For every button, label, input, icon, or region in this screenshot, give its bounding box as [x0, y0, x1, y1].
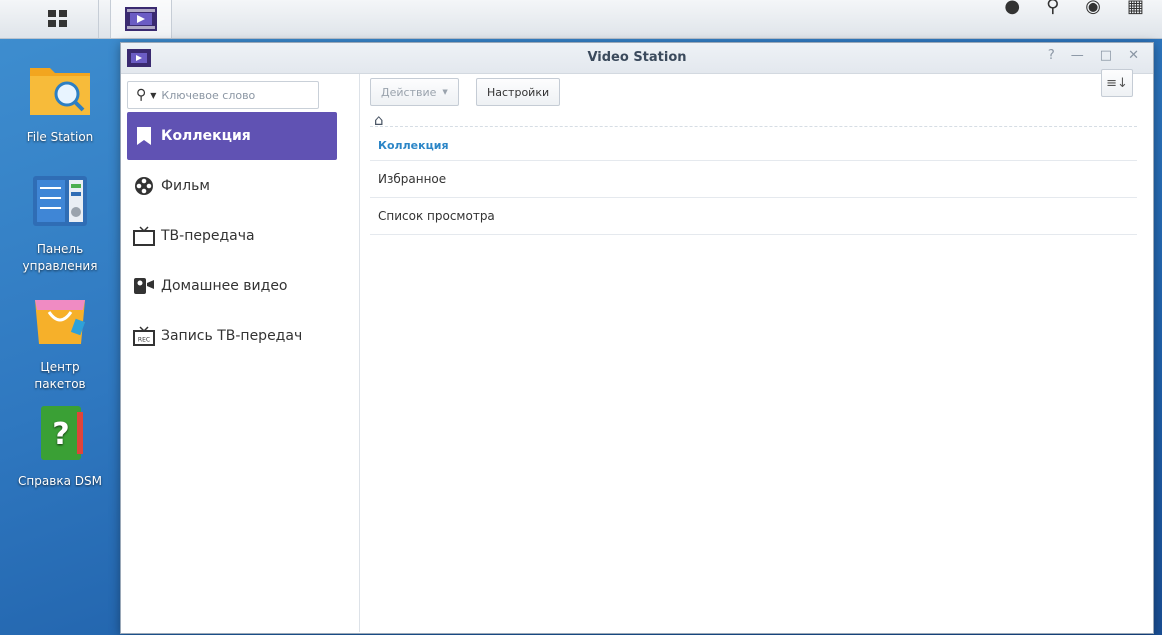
action-button[interactable]: Действие ▼ [370, 78, 459, 106]
svg-text:REC: REC [138, 337, 150, 344]
camcorder-icon [133, 276, 155, 296]
sidebar: ⚲ ▼ Ключевое слово Коллекция Фильм ТВ-пе… [121, 74, 360, 632]
taskbar-video-station[interactable] [110, 0, 172, 38]
desktop-icon-label: Центр пакетов [34, 360, 86, 391]
video-station-window: Video Station ? — □ ✕ ⚲ ▼ Ключевое слово… [120, 42, 1154, 634]
taskbar: ● ⚲ ◉ ▦ [0, 0, 1162, 39]
search-icon[interactable]: ⚲ [136, 87, 146, 103]
help-icon[interactable]: ? [1048, 48, 1055, 63]
desktop-icon-label: Панель управления [22, 242, 98, 273]
main-content: Действие ▼ Настройки ≡↓ ⌂ Коллекция Избр… [360, 69, 1153, 633]
control-panel-icon [6, 172, 114, 235]
list-item-label: Избранное [378, 172, 447, 186]
search-input[interactable]: ⚲ ▼ Ключевое слово [127, 81, 319, 109]
window-titlebar[interactable]: Video Station ? — □ ✕ [121, 43, 1153, 74]
search-dropdown-caret[interactable]: ▼ [150, 91, 156, 100]
sidebar-item-label: Фильм [161, 178, 210, 194]
desktop-icon-label: File Station [26, 130, 94, 144]
sidebar-item-film[interactable]: Фильм [127, 162, 337, 210]
main-menu-icon [48, 10, 67, 27]
list-header: Коллекция [370, 130, 1137, 161]
desktop-icon-label: Справка DSM [18, 474, 102, 488]
sort-icon: ≡↓ [1106, 75, 1128, 91]
film-reel-icon [133, 176, 155, 196]
package-center-icon [6, 290, 114, 353]
sidebar-item-label: Коллекция [161, 128, 251, 144]
maximize-icon[interactable]: □ [1100, 48, 1112, 63]
sidebar-item-collection[interactable]: Коллекция [127, 112, 337, 160]
user-icon[interactable]: ● [1004, 0, 1020, 20]
action-button-label: Действие [381, 85, 437, 99]
collection-list: Коллекция Избранное Список просмотра [370, 130, 1137, 235]
taskbar-tray: ● ⚲ ◉ ▦ [1004, 0, 1144, 20]
chevron-down-icon: ▼ [442, 88, 448, 96]
search-icon[interactable]: ⚲ [1046, 0, 1059, 20]
file-station-icon [6, 60, 114, 123]
desktop-icon-control-panel[interactable]: Панель управления [6, 172, 114, 275]
sidebar-item-tv-recording[interactable]: REC Запись ТВ-передач [127, 312, 337, 360]
video-station-icon [125, 7, 157, 31]
tv-icon [133, 226, 155, 246]
bookmark-icon [133, 126, 155, 146]
window-title: Video Station [587, 50, 687, 65]
desktop-icon-dsm-help[interactable]: ? Справка DSM [6, 404, 114, 490]
sort-button[interactable]: ≡↓ [1101, 69, 1133, 97]
settings-button[interactable]: Настройки [476, 78, 561, 106]
dsm-help-icon: ? [6, 404, 114, 467]
widgets-icon[interactable]: ◉ [1085, 0, 1101, 20]
search-placeholder: Ключевое слово [161, 88, 256, 102]
svg-text:?: ? [52, 417, 69, 452]
sidebar-item-label: Запись ТВ-передач [161, 328, 303, 344]
sidebar-item-home-video[interactable]: Домашнее видео [127, 262, 337, 310]
windows-icon[interactable]: ▦ [1127, 0, 1144, 20]
desktop-icon-file-station[interactable]: File Station [6, 60, 114, 146]
sidebar-item-label: ТВ-передача [161, 228, 255, 244]
list-item-favorites[interactable]: Избранное [370, 161, 1137, 198]
list-header-label: Коллекция [378, 138, 449, 152]
minimize-icon[interactable]: — [1071, 48, 1084, 63]
main-menu-button[interactable] [18, 0, 99, 38]
tv-record-icon: REC [133, 326, 155, 346]
list-item-label: Список просмотра [378, 209, 495, 223]
sidebar-item-label: Домашнее видео [161, 278, 288, 294]
settings-button-label: Настройки [487, 85, 550, 99]
breadcrumb-divider [370, 126, 1137, 127]
list-item-watchlist[interactable]: Список просмотра [370, 198, 1137, 235]
close-icon[interactable]: ✕ [1128, 48, 1139, 63]
desktop-icon-package-center[interactable]: Центр пакетов [6, 290, 114, 393]
window-controls: ? — □ ✕ [1048, 48, 1139, 63]
sidebar-item-tv-show[interactable]: ТВ-передача [127, 212, 337, 260]
